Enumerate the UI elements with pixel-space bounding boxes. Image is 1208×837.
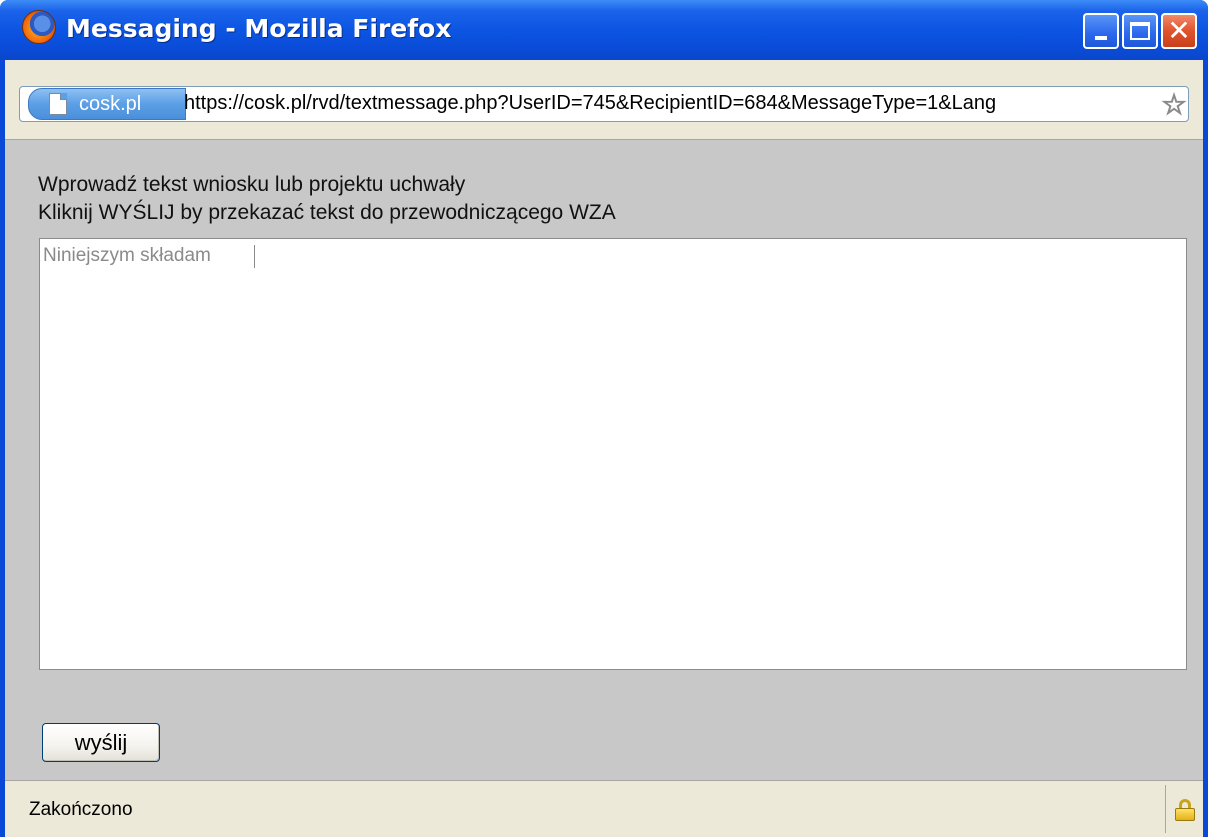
minimize-button[interactable] [1083, 13, 1119, 49]
minimize-icon [1095, 36, 1107, 40]
site-identity-label: cosk.pl [79, 92, 142, 115]
site-identity-button[interactable]: cosk.pl [28, 88, 186, 120]
close-icon: ✕ [1167, 14, 1191, 47]
page-icon [49, 93, 67, 115]
address-bar[interactable]: cosk.pl https://cosk.pl/rvd/textmessage.… [19, 86, 1189, 122]
browser-window: Messaging - Mozilla Firefox ✕ cosk.pl ht… [0, 0, 1208, 837]
bookmark-star-icon[interactable]: ☆ [1160, 90, 1188, 119]
maximize-button[interactable] [1122, 13, 1158, 49]
instruction-text: Wprowadź tekst wniosku lub projektu uchw… [38, 173, 466, 196]
status-divider [1165, 785, 1166, 833]
firefox-icon [22, 10, 56, 44]
address-bar-area: cosk.pl https://cosk.pl/rvd/textmessage.… [5, 60, 1203, 140]
message-text: Niniejszym składam [43, 245, 211, 266]
title-bar[interactable]: Messaging - Mozilla Firefox ✕ [0, 0, 1208, 60]
status-text: Zakończono [29, 799, 133, 820]
window-title: Messaging - Mozilla Firefox [66, 14, 452, 43]
instruction-text-send: Kliknij WYŚLIJ by przekazać tekst do prz… [38, 201, 616, 224]
send-button[interactable]: wyślij [42, 723, 160, 762]
text-cursor [254, 245, 255, 268]
message-textarea[interactable]: Niniejszym składam [39, 238, 1187, 670]
page-content: Wprowadź tekst wniosku lub projektu uchw… [5, 140, 1203, 780]
close-button[interactable]: ✕ [1161, 13, 1197, 49]
maximize-icon [1130, 22, 1150, 40]
lock-body [1175, 808, 1195, 821]
lock-icon[interactable] [1175, 799, 1195, 821]
status-bar: Zakończono [5, 780, 1203, 837]
url-text[interactable]: https://cosk.pl/rvd/textmessage.php?User… [184, 92, 1154, 118]
